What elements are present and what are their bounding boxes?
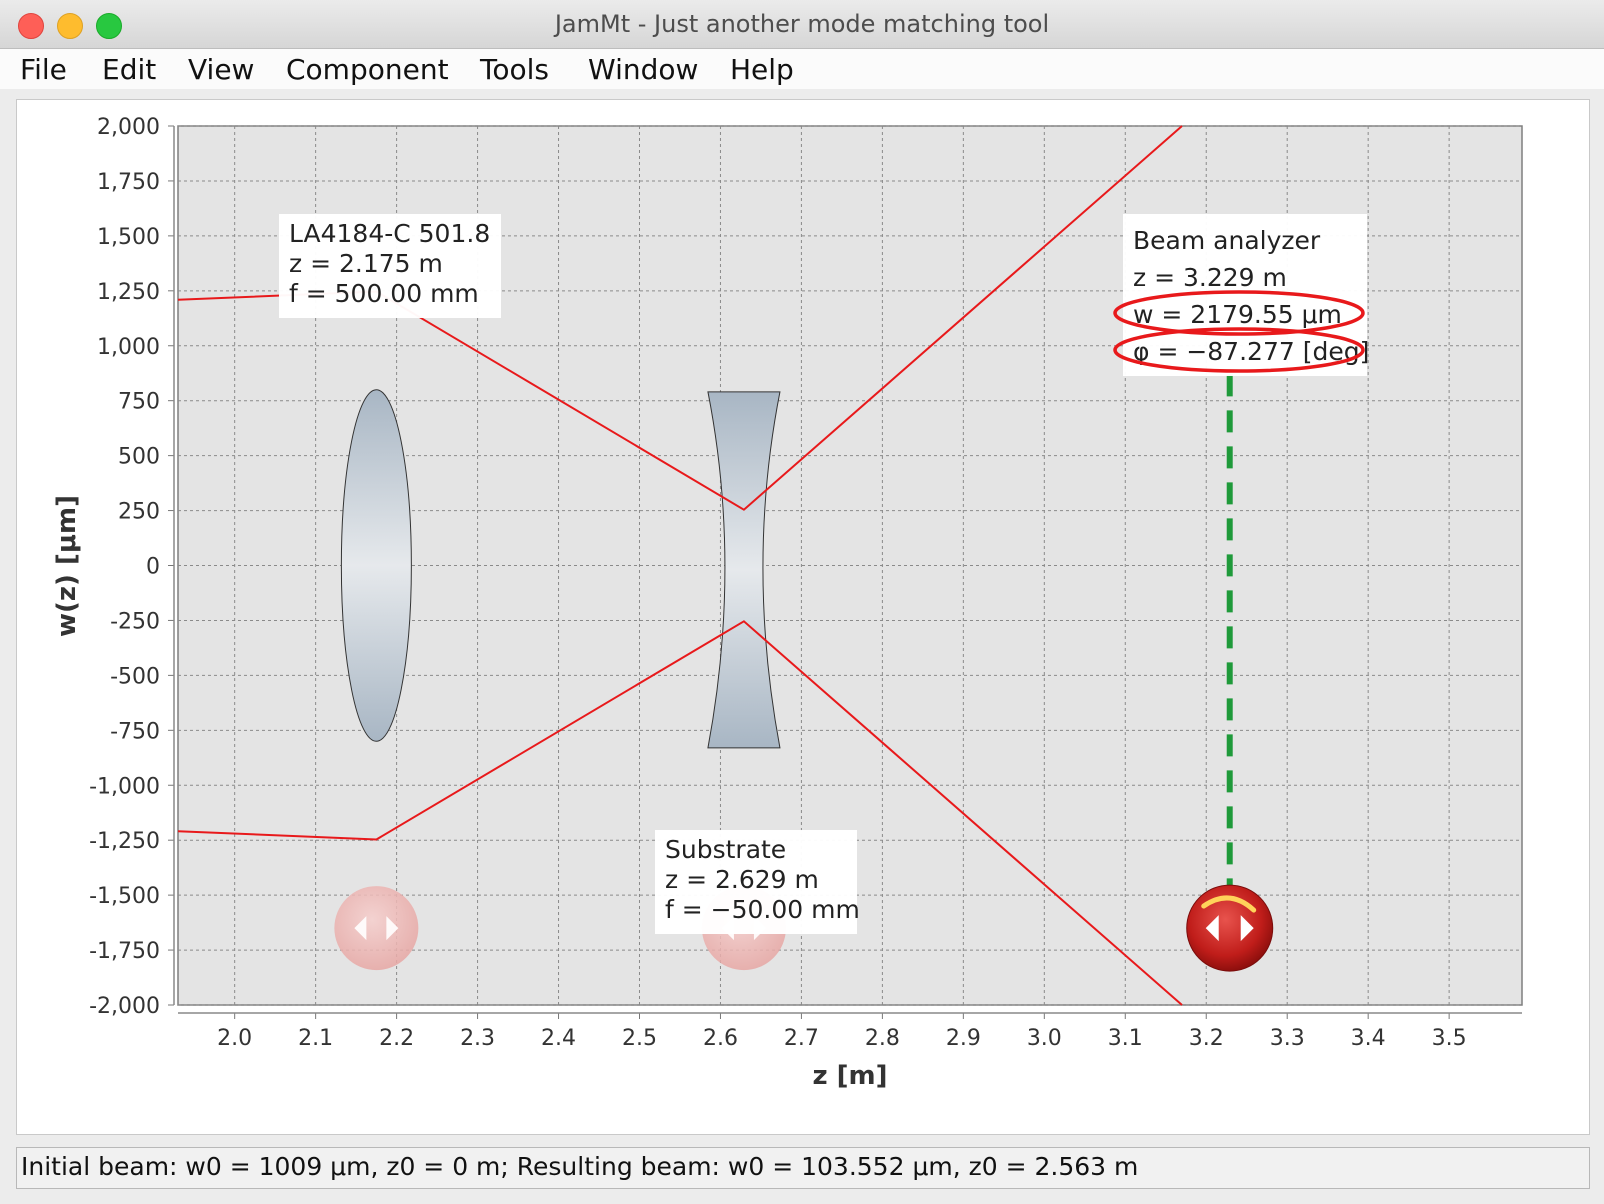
y-tick-label: -1,500: [89, 884, 160, 909]
menu-edit[interactable]: Edit: [102, 53, 156, 86]
component-handle[interactable]: [334, 886, 419, 971]
menu-file[interactable]: File: [20, 53, 67, 86]
y-tick-label: 1,750: [97, 170, 160, 195]
y-tick-label: -250: [110, 609, 160, 634]
menu-view[interactable]: View: [188, 53, 254, 86]
label-line: f = −50.00 mm: [665, 895, 860, 924]
y-tick-label: -1,750: [89, 939, 160, 964]
x-tick-label: 2.4: [541, 1026, 576, 1051]
substrate-label-box: Substratez = 2.629 mf = −50.00 mm: [655, 830, 860, 934]
menu-window[interactable]: Window: [588, 53, 698, 86]
x-tick-label: 3.3: [1270, 1026, 1305, 1051]
x-tick-label: 2.5: [622, 1026, 657, 1051]
x-tick-label: 3.4: [1351, 1026, 1386, 1051]
label-line: w = 2179.55 μm: [1133, 300, 1342, 329]
beam-chart[interactable]: 2.0 2.1 2.2 2.3 2.4 2.5 2.6 2.7 2.8 2.9 3.0 3.1 3.2 3…: [17, 100, 1589, 1134]
x-tick-label: 2.3: [460, 1026, 495, 1051]
y-axis-label: w(z) [μm]: [52, 495, 82, 637]
lens-label-box: LA4184-C 501.8z = 2.175 mf = 500.00 mm: [279, 214, 501, 318]
y-tick-label: -1,000: [89, 774, 160, 799]
window-title: JamMt - Just another mode matching tool: [554, 10, 1050, 38]
menu-help[interactable]: Help: [730, 53, 794, 86]
y-tick-label: -500: [110, 664, 160, 689]
y-tick-label: 1,500: [97, 225, 160, 250]
x-tick-label: 3.0: [1027, 1026, 1062, 1051]
x-tick-label: 2.6: [703, 1026, 738, 1051]
menu-tools[interactable]: Tools: [480, 53, 549, 86]
x-tick-label: 3.5: [1432, 1026, 1467, 1051]
x-tick-label: 3.1: [1108, 1026, 1143, 1051]
menu-component[interactable]: Component: [286, 53, 449, 86]
y-tick-label: 1,250: [97, 280, 160, 305]
x-axis-label: z [m]: [812, 1061, 887, 1091]
y-tick-label: -1,250: [89, 829, 160, 854]
label-line: z = 2.175 m: [289, 249, 443, 278]
x-tick-label: 3.2: [1189, 1026, 1224, 1051]
menu-bar: File Edit View Component Tools Window He…: [0, 49, 1604, 89]
x-tick-label: 2.9: [946, 1026, 981, 1051]
x-tick-label: 2.0: [217, 1026, 252, 1051]
x-tick-label: 2.8: [865, 1026, 900, 1051]
label-line: Substrate: [665, 835, 786, 864]
move-handle-faded-icon: [334, 886, 419, 971]
component-handle[interactable]: [1186, 884, 1274, 972]
label-line: z = 3.229 m: [1133, 263, 1287, 292]
status-bar: Initial beam: w0 = 1009 μm, z0 = 0 m; Re…: [16, 1147, 1590, 1189]
y-tick-label: 2,000: [97, 115, 160, 140]
y-tick-label: 1,000: [97, 335, 160, 360]
beam-analyzer-label-box: Beam analyzer z = 3.229 m w = 2179.55 μm φ …: [1123, 214, 1369, 376]
y-tick-label: 0: [146, 555, 160, 580]
convex-lens-icon[interactable]: [340, 389, 412, 742]
x-tick-label: 2.7: [784, 1026, 819, 1051]
app-window: JamMt - Just another mode matching tool …: [0, 0, 1604, 1204]
label-line: φ = −87.277 [deg]: [1133, 337, 1369, 366]
y-tick-label: -750: [110, 719, 160, 744]
label-line: Beam analyzer: [1133, 226, 1321, 255]
label-line: z = 2.629 m: [665, 865, 819, 894]
status-text: Initial beam: w0 = 1009 μm, z0 = 0 m; Re…: [21, 1152, 1139, 1181]
label-line: f = 500.00 mm: [289, 279, 479, 308]
label-line: LA4184-C 501.8: [289, 219, 490, 248]
y-tick-label: 750: [118, 390, 160, 415]
y-tick-label: 500: [118, 445, 160, 470]
title-bar[interactable]: JamMt - Just another mode matching tool: [0, 0, 1604, 49]
y-tick-label: -2,000: [89, 994, 160, 1019]
x-tick-label: 2.2: [379, 1026, 414, 1051]
y-tick-label: 250: [118, 500, 160, 525]
chart-panel: 2.0 2.1 2.2 2.3 2.4 2.5 2.6 2.7 2.8 2.9 3.0 3.1 3.2 3…: [16, 99, 1590, 1135]
x-tick-label: 2.1: [298, 1026, 333, 1051]
